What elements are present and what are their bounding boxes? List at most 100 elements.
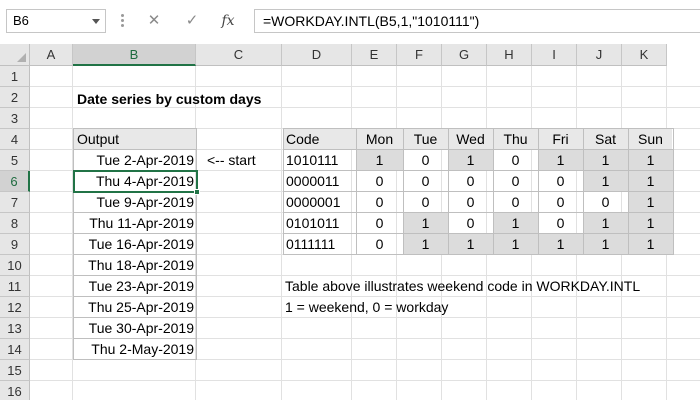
- code-table-header-sat: Sat: [594, 131, 616, 147]
- row-header-5[interactable]: 5: [0, 150, 30, 171]
- enter-icon[interactable]: ✓: [180, 10, 204, 32]
- day-flag-cell[interactable]: 1: [356, 150, 403, 171]
- day-flag-cell[interactable]: 0: [493, 192, 538, 213]
- select-all-corner[interactable]: [0, 44, 30, 66]
- day-flag-cell[interactable]: 1: [628, 234, 673, 255]
- day-flag-cell[interactable]: 0: [538, 192, 583, 213]
- day-flag-cell[interactable]: 0: [356, 192, 403, 213]
- code-cell[interactable]: 0101011: [283, 213, 356, 234]
- day-flag-cell[interactable]: 1: [628, 213, 673, 234]
- day-flag-cell[interactable]: 1: [538, 234, 583, 255]
- day-flag-cell[interactable]: 1: [538, 150, 583, 171]
- day-flag-cell[interactable]: 0: [538, 213, 583, 234]
- row-header-13[interactable]: 13: [0, 318, 30, 339]
- day-flag-cell[interactable]: 0: [493, 150, 538, 171]
- column-header-c[interactable]: C: [196, 44, 282, 66]
- column-header-k[interactable]: K: [622, 44, 667, 66]
- code-cell[interactable]: 0000001: [283, 192, 356, 213]
- day-flag-cell[interactable]: 0: [448, 213, 493, 234]
- day-flag-cell[interactable]: 0: [403, 171, 448, 192]
- day-flag-cell[interactable]: 1: [628, 171, 673, 192]
- day-flag-cell[interactable]: 1: [583, 171, 628, 192]
- column-header-j[interactable]: J: [577, 44, 622, 66]
- output-date-cell[interactable]: Tue 16-Apr-2019: [74, 234, 194, 255]
- note-line-1: Table above illustrates weekend code in …: [285, 278, 641, 294]
- formula-input[interactable]: =WORKDAY.INTL(B5,1,"1010111"): [254, 9, 700, 33]
- row-header-9[interactable]: 9: [0, 234, 30, 255]
- start-label: <-- start: [207, 152, 256, 168]
- day-flag-cell[interactable]: 1: [493, 213, 538, 234]
- day-flag-cell[interactable]: 0: [356, 213, 403, 234]
- row-header-1[interactable]: 1: [0, 66, 30, 87]
- column-header-d[interactable]: D: [282, 44, 352, 66]
- day-flag-cell[interactable]: 0: [583, 192, 628, 213]
- more-options-icon[interactable]: [121, 14, 124, 28]
- row-header-3[interactable]: 3: [0, 108, 30, 129]
- code-table-header-thu: Thu: [503, 131, 528, 147]
- row-header-7[interactable]: 7: [0, 192, 30, 213]
- row-header-10[interactable]: 10: [0, 255, 30, 276]
- day-flag-cell[interactable]: 0: [356, 171, 403, 192]
- output-date-cell[interactable]: Tue 2-Apr-2019: [74, 150, 194, 171]
- code-cell[interactable]: 0111111: [283, 234, 356, 255]
- row-header-6[interactable]: 6: [0, 171, 30, 192]
- code-table-header-code: Code: [286, 131, 320, 147]
- chevron-down-icon[interactable]: [92, 19, 100, 24]
- day-flag-cell[interactable]: 0: [356, 234, 403, 255]
- day-flag-cell[interactable]: 0: [538, 171, 583, 192]
- day-flag-cell[interactable]: 0: [403, 192, 448, 213]
- output-date-cell[interactable]: Tue 23-Apr-2019: [74, 276, 194, 297]
- fx-icon[interactable]: fx: [216, 10, 240, 32]
- row-header-15[interactable]: 15: [0, 360, 30, 381]
- day-flag-cell[interactable]: 0: [448, 192, 493, 213]
- code-table-header-fri: Fri: [552, 131, 569, 147]
- day-flag-cell[interactable]: 1: [583, 213, 628, 234]
- day-flag-cell[interactable]: 1: [583, 150, 628, 171]
- column-header-g[interactable]: G: [442, 44, 487, 66]
- active-cell-b6[interactable]: [73, 170, 200, 195]
- day-flag-cell[interactable]: 0: [403, 150, 448, 171]
- day-flag-cell[interactable]: 1: [493, 234, 538, 255]
- row-header-4[interactable]: 4: [0, 129, 30, 150]
- code-cell[interactable]: 1010111: [283, 150, 356, 171]
- column-header-a[interactable]: A: [30, 44, 73, 66]
- column-header-i[interactable]: I: [532, 44, 577, 66]
- name-box[interactable]: B6: [6, 9, 106, 33]
- row-header-11[interactable]: 11: [0, 276, 30, 297]
- code-table-header-sun: Sun: [638, 131, 663, 147]
- output-date-cell[interactable]: Thu 18-Apr-2019: [74, 255, 194, 276]
- row-header-16[interactable]: 16: [0, 381, 30, 400]
- cancel-icon[interactable]: ✕: [142, 10, 166, 32]
- day-flag-cell[interactable]: 1: [628, 192, 673, 213]
- output-header: Output: [77, 131, 120, 147]
- row-header-12[interactable]: 12: [0, 297, 30, 318]
- row-header-2[interactable]: 2: [0, 87, 30, 108]
- column-header-e[interactable]: E: [352, 44, 397, 66]
- note-line-2: 1 = weekend, 0 = workday: [285, 299, 449, 315]
- code-table-header-tue: Tue: [413, 131, 438, 147]
- day-flag-cell[interactable]: 1: [628, 150, 673, 171]
- output-date-cell[interactable]: Tue 9-Apr-2019: [74, 192, 194, 213]
- name-box-value: B6: [13, 13, 29, 28]
- day-flag-cell[interactable]: 1: [583, 234, 628, 255]
- column-header-h[interactable]: H: [487, 44, 532, 66]
- output-date-cell[interactable]: Thu 11-Apr-2019: [74, 213, 194, 234]
- output-date-cell[interactable]: Thu 2-May-2019: [74, 339, 194, 360]
- day-flag-cell[interactable]: 0: [493, 171, 538, 192]
- column-header-b[interactable]: B: [73, 44, 196, 66]
- formula-text: =WORKDAY.INTL(B5,1,"1010111"): [263, 13, 480, 29]
- row-header-14[interactable]: 14: [0, 339, 30, 360]
- day-flag-cell[interactable]: 1: [403, 234, 448, 255]
- day-flag-cell[interactable]: 1: [448, 234, 493, 255]
- column-header-f[interactable]: F: [397, 44, 442, 66]
- output-date-cell[interactable]: Tue 30-Apr-2019: [74, 318, 194, 339]
- code-table-header-mon: Mon: [365, 131, 394, 147]
- day-flag-cell[interactable]: 0: [448, 171, 493, 192]
- fill-handle[interactable]: [194, 189, 200, 195]
- row-header-8[interactable]: 8: [0, 213, 30, 234]
- code-cell[interactable]: 0000011: [283, 171, 356, 192]
- day-flag-cell[interactable]: 1: [448, 150, 493, 171]
- output-date-cell[interactable]: Thu 25-Apr-2019: [74, 297, 194, 318]
- day-flag-cell[interactable]: 1: [403, 213, 448, 234]
- code-table-header-wed: Wed: [456, 131, 485, 147]
